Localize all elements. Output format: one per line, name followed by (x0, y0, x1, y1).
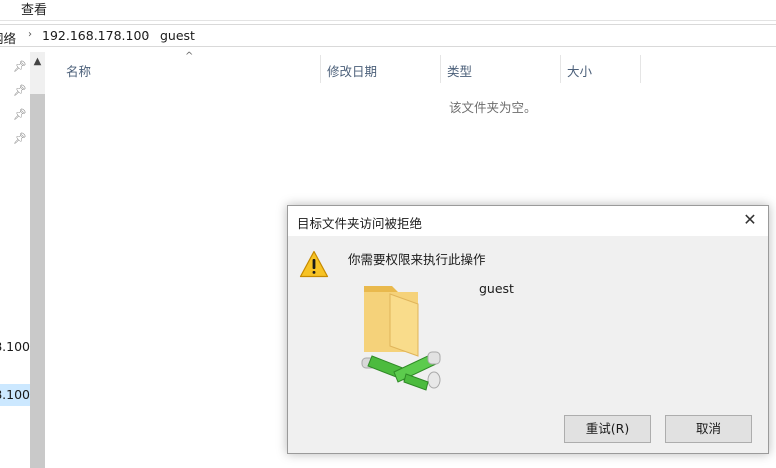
scroll-up-arrow-icon[interactable]: ▲ (30, 54, 45, 70)
column-label: 修改日期 (327, 64, 378, 79)
access-denied-dialog: 目标文件夹访问被拒绝 ✕ 你需要权限来执行此操作 guest 重试(R) 取消 (287, 205, 769, 454)
column-header-name[interactable]: 名称 (46, 55, 320, 83)
pin-icon[interactable]: 📌︎ (13, 133, 27, 145)
network-folder-icon (361, 286, 441, 391)
nav-item-host[interactable]: 192.168.178.100 (0, 339, 30, 357)
nav-item-label: 192.168.178.100 (0, 387, 30, 402)
empty-folder-message: 该文件夹为空。 (449, 100, 537, 115)
dialog-title: 目标文件夹访问被拒绝 (297, 216, 423, 231)
retry-button[interactable]: 重试(R) (564, 415, 651, 443)
pin-icon[interactable]: 📌︎ (13, 85, 27, 97)
column-label: 类型 (447, 64, 473, 79)
column-header-modified[interactable]: 修改日期 (321, 55, 440, 83)
column-label: 大小 (567, 64, 593, 79)
ribbon: 查看 (0, 0, 776, 20)
nav-item-host-selected[interactable]: 192.168.178.100 (0, 384, 30, 406)
ribbon-tab-view[interactable]: 查看 (21, 0, 47, 18)
address-bar[interactable]: 网络 › 192.168.178.100 › guest (0, 24, 776, 47)
column-divider[interactable] (640, 55, 641, 83)
pin-icon[interactable]: 📌︎ (13, 109, 27, 121)
nav-item-label: 192.168.178.100 (0, 339, 30, 354)
column-label: 名称 (66, 64, 92, 79)
warning-icon (299, 250, 329, 278)
nav-scrollbar-thumb[interactable] (30, 94, 45, 468)
folder-name: guest (479, 281, 514, 296)
cancel-button[interactable]: 取消 (665, 415, 752, 443)
dialog-titlebar[interactable]: 目标文件夹访问被拒绝 ✕ (288, 206, 768, 236)
breadcrumb-host[interactable]: 192.168.178.100 (42, 28, 149, 43)
breadcrumb-share[interactable]: guest (160, 28, 195, 43)
column-header-type[interactable]: 类型 (441, 55, 560, 83)
column-header-size[interactable]: 大小 (561, 55, 640, 83)
navigation-pane: 📌︎ 📌︎ 📌︎ 📌︎ 192.168.178.100 192.168.178.… (0, 52, 46, 468)
file-explorer-window: 查看 网络 › 192.168.178.100 › guest 📌︎ 📌︎ 📌︎… (0, 0, 776, 468)
dialog-message: 你需要权限来执行此操作 (348, 252, 486, 267)
pin-icon[interactable]: 📌︎ (13, 61, 27, 73)
chevron-right-icon[interactable]: › (28, 29, 32, 40)
breadcrumb-network[interactable]: 网络 (0, 28, 16, 47)
chevron-right-icon[interactable]: › (145, 29, 149, 40)
ribbon-divider (0, 20, 776, 21)
close-icon[interactable]: ✕ (741, 211, 759, 229)
